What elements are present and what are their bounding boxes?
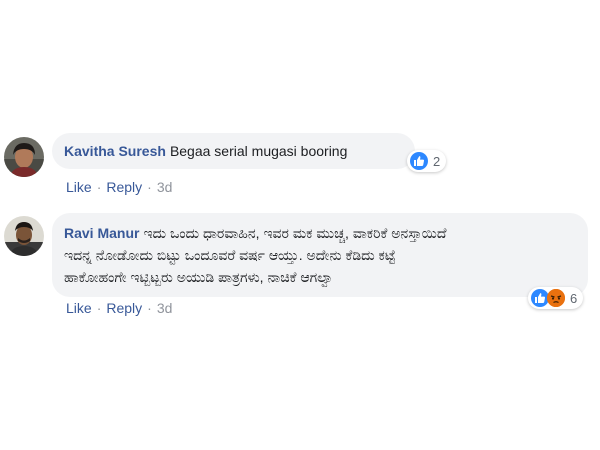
comment-author[interactable]: Ravi Manur <box>64 225 139 241</box>
avatar[interactable] <box>4 216 44 256</box>
comment-bubble: Ravi Manur ಇದು ಒಂದು ಧಾರವಾಹಿನ, ಇವರ ಮಕ ಮುಚ್… <box>52 213 588 297</box>
comment-kavitha: Kavitha Suresh Begaa serial mugasi boorin… <box>0 130 600 200</box>
like-icon <box>410 152 428 170</box>
separator-dot: · <box>96 300 102 316</box>
separator-dot: · <box>96 179 102 195</box>
comment-timestamp[interactable]: 3d <box>157 300 173 316</box>
comment-text: ಇದನ್ನ ನೋಡೋದು ಬಿಟ್ಟು ಒಂದೂವರೆ ವರ್ಷ ಆಯ್ತು. … <box>64 247 396 263</box>
separator-dot: · <box>147 179 152 195</box>
comment-author[interactable]: Kavitha Suresh <box>64 143 166 159</box>
reaction-count: 6 <box>570 290 578 306</box>
reaction-count: 2 <box>433 153 441 169</box>
comment-text: ಹಾಕೋಹಂಗೇ ಇಟ್ಬಿಟ್ಬರು ಅಯುಡಿ ಪಾತ್ರಗಳು, ನಾಚಿ… <box>64 269 334 285</box>
angry-icon <box>547 289 565 307</box>
comment-actions: Like · Reply · 3d <box>66 300 172 316</box>
reaction-summary[interactable]: 2 <box>407 150 447 172</box>
comment-actions: Like · Reply · 3d <box>66 179 172 195</box>
comment-text: Begaa serial mugasi booring <box>169 143 348 159</box>
comment-bubble: Kavitha Suresh Begaa serial mugasi boorin… <box>52 133 415 169</box>
reply-button[interactable]: Reply <box>106 179 142 195</box>
comment-line: Ravi Manur ಇದು ಒಂದು ಧಾರವಾಹಿನ, ಇವರ ಮಕ ಮುಚ್… <box>64 222 576 244</box>
reply-button[interactable]: Reply <box>106 300 142 316</box>
separator-dot: · <box>147 300 152 316</box>
like-button[interactable]: Like <box>66 179 92 195</box>
reaction-summary[interactable]: 6 <box>528 287 584 309</box>
like-button[interactable]: Like <box>66 300 92 316</box>
avatar[interactable] <box>4 137 44 177</box>
comment-timestamp[interactable]: 3d <box>157 179 173 195</box>
comment-text: ಇದು ಒಂದು ಧಾರವಾಹಿನ, ಇವರ ಮಕ ಮುಚ್ಚ, ವಾಕರಿಕೆ… <box>143 225 447 241</box>
comment-ravi: Ravi Manur ಇದು ಒಂದು ಧಾರವಾಹಿನ, ಇವರ ಮಕ ಮುಚ್… <box>0 208 600 328</box>
